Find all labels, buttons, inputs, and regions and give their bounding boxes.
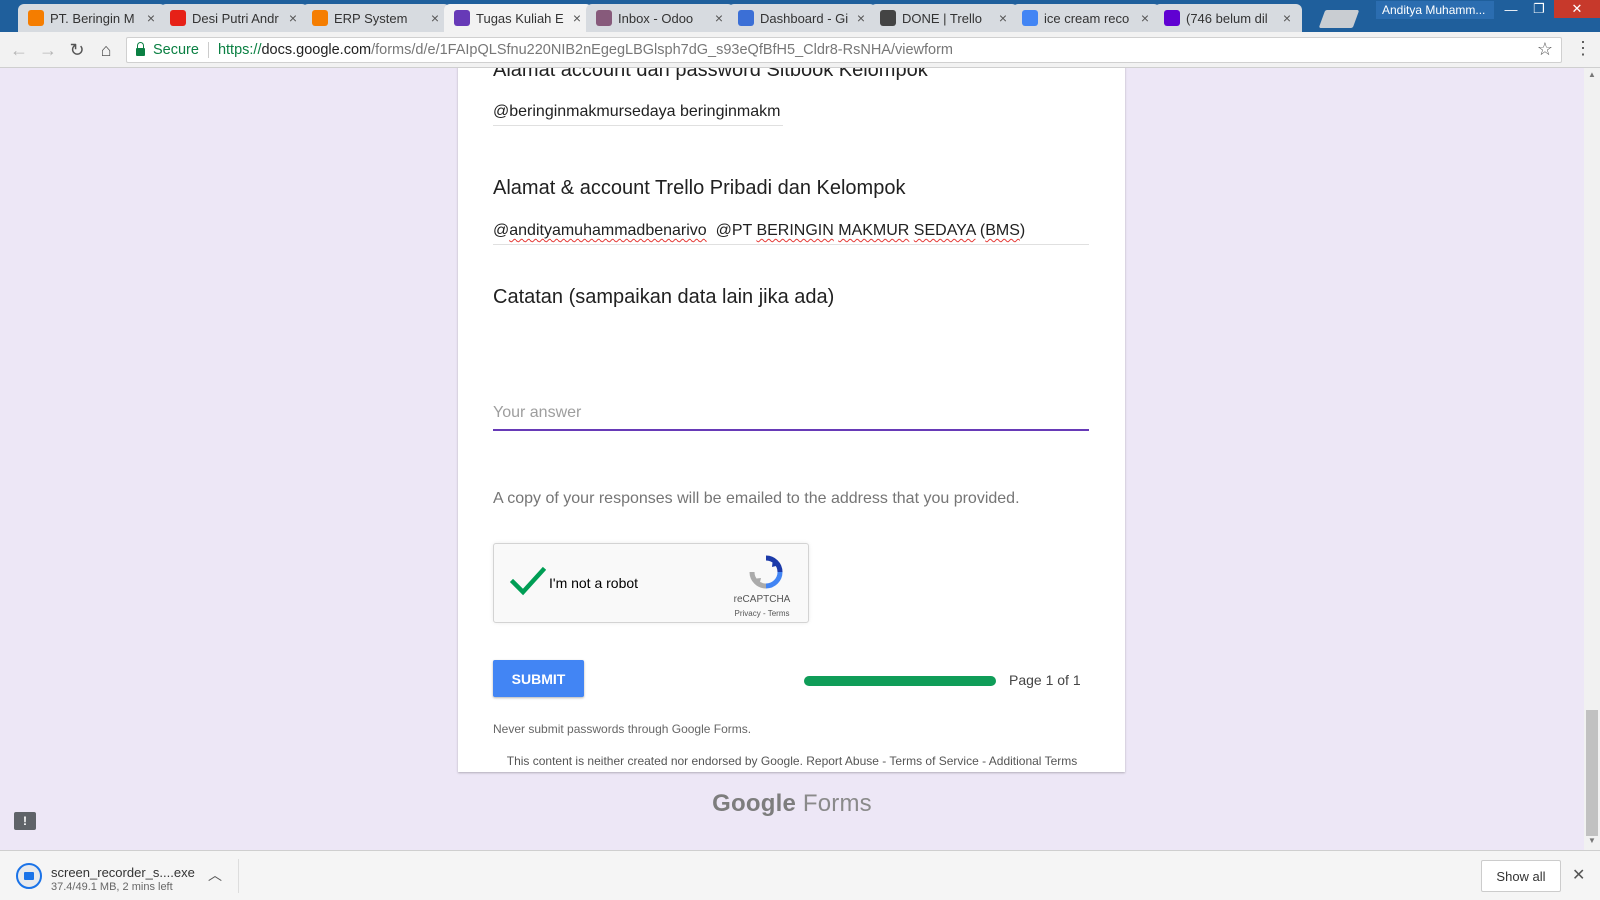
url-path: /forms/d/e/1FAIpQLSfnu220NIB2nEgegLBGlsp… [371, 42, 953, 58]
download-shelf: screen_recorder_s....exe 37.4/49.1 MB, 2… [0, 850, 1600, 900]
recaptcha-brand: reCAPTCHA [733, 594, 791, 605]
google-forms-icon [454, 10, 470, 26]
show-all-button[interactable]: Show all [1481, 860, 1561, 892]
download-file-icon[interactable] [16, 863, 42, 889]
tab-close-icon[interactable]: × [570, 10, 584, 26]
progress-bar [804, 676, 996, 686]
profile-button[interactable]: Anditya Muhamm... [1376, 1, 1494, 19]
answer-sitbook[interactable]: @beringinmakmursedaya beringinmakm [493, 103, 783, 126]
scroll-up-icon[interactable]: ▲ [1584, 70, 1600, 79]
tab-close-icon[interactable]: × [286, 10, 300, 26]
new-tab-button[interactable] [1318, 10, 1360, 28]
google-icon [1022, 10, 1038, 26]
browser-tab[interactable]: PT. Beringin M × [18, 4, 166, 32]
tab-title: PT. Beringin M [50, 10, 135, 26]
password-warning: Never submit passwords through Google Fo… [493, 722, 752, 736]
url-scheme: https:// [217, 42, 262, 58]
chevron-up-icon[interactable]: ︿ [208, 865, 222, 885]
tab-close-icon[interactable]: × [712, 10, 726, 26]
browser-menu-icon[interactable]: ⋮ [1574, 38, 1592, 62]
youtube-icon [170, 10, 186, 26]
tab-title: Tugas Kuliah E [476, 10, 564, 26]
tab-close-icon[interactable]: × [996, 10, 1010, 26]
tab-title: Dashboard - Gi [760, 10, 849, 26]
tab-title: Desi Putri Andr [192, 10, 279, 26]
browser-tab[interactable]: Inbox - Odoo × [586, 4, 734, 32]
checkmark-icon[interactable] [510, 566, 546, 596]
browser-tab[interactable]: ERP System × [302, 4, 450, 32]
question-title-sitbook: Alamat account dan password Sitbook Kelo… [493, 68, 928, 81]
browser-tab[interactable]: Dashboard - Gi × [728, 4, 876, 32]
recaptcha-widget: I'm not a robot reCAPTCHA Privacy - Term… [493, 543, 809, 623]
blogger-icon [28, 10, 44, 26]
footer-disclaimer[interactable]: This content is neither created nor endo… [0, 754, 1584, 768]
page-indicator: Page 1 of 1 [1009, 672, 1081, 688]
form-card: Alamat account dan password Sitbook Kelo… [458, 68, 1125, 772]
blogger-icon [312, 10, 328, 26]
browser-tab[interactable]: Tugas Kuliah E × [444, 4, 592, 32]
tab-close-icon[interactable]: × [144, 10, 158, 26]
lock-icon [136, 42, 145, 56]
tab-close-icon[interactable]: × [428, 10, 442, 26]
tab-title: ice cream reco [1044, 10, 1130, 26]
omnibox-divider [207, 42, 209, 58]
notes-answer-input[interactable] [493, 403, 1089, 431]
browser-toolbar: ← → ↻ ⌂ Secure https://docs.google.com/f… [0, 32, 1600, 68]
address-bar[interactable]: Secure https://docs.google.com/forms/d/e… [126, 37, 1562, 63]
scroll-thumb[interactable] [1586, 710, 1598, 836]
tab-close-icon[interactable]: × [854, 10, 868, 26]
odoo-icon [596, 10, 612, 26]
download-divider [238, 859, 239, 893]
answer-trello[interactable]: @andityamuhammadbenarivo @PT BERINGIN MA… [493, 222, 1089, 245]
tab-close-icon[interactable]: × [1280, 10, 1294, 26]
question-title-notes: Catatan (sampaikan data lain jika ada) [493, 286, 835, 308]
maximize-icon[interactable]: ❐ [1525, 0, 1553, 18]
url-host: docs.google.com [261, 42, 372, 58]
security-label: Secure [153, 42, 199, 58]
window-close-icon[interactable]: ✕ [1554, 0, 1600, 18]
feedback-icon[interactable]: ! [14, 812, 36, 830]
tab-title: (746 belum dil [1186, 10, 1268, 26]
download-filename[interactable]: screen_recorder_s....exe [51, 865, 195, 880]
google-forms-logo[interactable]: Google Forms [0, 790, 1584, 818]
forward-arrow-icon[interactable]: → [36, 38, 60, 62]
submit-button[interactable]: SUBMIT [493, 660, 584, 697]
browser-tab-strip: PT. Beringin M × Desi Putri Andr × ERP Syste… [0, 0, 1600, 32]
tab-title: DONE | Trello [902, 10, 982, 26]
close-icon[interactable]: ✕ [1572, 865, 1585, 885]
back-arrow-icon[interactable]: ← [7, 38, 31, 62]
yahoo-mail-icon [1164, 10, 1180, 26]
reload-icon[interactable]: ↻ [65, 38, 89, 62]
browser-tab[interactable]: Desi Putri Andr × [160, 4, 308, 32]
captcha-label: I'm not a robot [549, 575, 639, 591]
tab-title: ERP System [334, 10, 408, 26]
gitkraken-icon [738, 10, 754, 26]
progress-fill [804, 676, 996, 686]
browser-tab[interactable]: ice cream reco × [1012, 4, 1160, 32]
tab-close-icon[interactable]: × [1138, 10, 1152, 26]
home-icon[interactable]: ⌂ [94, 38, 118, 62]
question-title-trello: Alamat & account Trello Pribadi dan Kelo… [493, 177, 906, 199]
page-viewport: Alamat account dan password Sitbook Kelo… [0, 68, 1600, 850]
browser-tab[interactable]: (746 belum dil × [1154, 4, 1302, 32]
scroll-down-icon[interactable]: ▼ [1584, 836, 1600, 845]
recaptcha-logo-icon [749, 555, 783, 589]
bookmark-star-icon[interactable]: ☆ [1537, 39, 1553, 60]
recaptcha-links[interactable]: Privacy - Terms [727, 609, 797, 618]
browser-tab[interactable]: DONE | Trello × [870, 4, 1018, 32]
vertical-scrollbar[interactable]: ▲ ▼ [1584, 68, 1600, 850]
email-copy-note: A copy of your responses will be emailed… [493, 490, 1020, 507]
tab-title: Inbox - Odoo [618, 10, 694, 26]
download-status: 37.4/49.1 MB, 2 mins left [51, 881, 173, 893]
minimize-icon[interactable]: — [1497, 0, 1525, 18]
trello-icon [880, 10, 896, 26]
